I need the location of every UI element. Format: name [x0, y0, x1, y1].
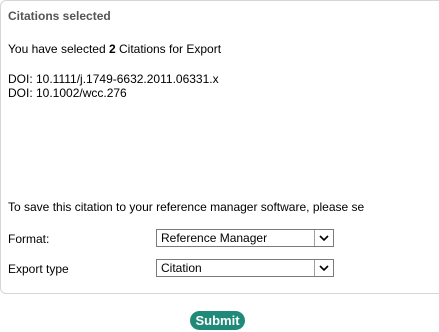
format-label: Format: [8, 232, 50, 246]
panel-title: Citations selected [8, 9, 111, 23]
instruction-text: To save this citation to your reference … [8, 200, 365, 214]
format-select[interactable]: Reference Manager [156, 229, 334, 247]
export-type-select-value: Citation [161, 261, 202, 275]
citations-panel: Citations selected You have selected 2 C… [0, 0, 439, 294]
format-select-value: Reference Manager [161, 231, 268, 245]
selected-count: 2 [108, 42, 116, 56]
submit-button[interactable]: Submit [190, 311, 245, 330]
doi-item: DOI: 10.1111/j.1749-6632.2011.06331.x [8, 72, 219, 86]
selected-prefix: You have selected [8, 42, 109, 56]
export-type-label: Export type [8, 262, 69, 276]
doi-list: DOI: 10.1111/j.1749-6632.2011.06331.x DO… [8, 72, 219, 100]
doi-item: DOI: 10.1002/wcc.276 [8, 86, 127, 100]
export-type-select[interactable]: Citation [156, 259, 334, 277]
chevron-down-icon[interactable] [314, 260, 333, 276]
selected-suffix: Citations for Export [115, 42, 222, 56]
chevron-down-icon[interactable] [314, 230, 333, 246]
selected-summary: You have selected 2 Citations for Export [8, 42, 221, 56]
